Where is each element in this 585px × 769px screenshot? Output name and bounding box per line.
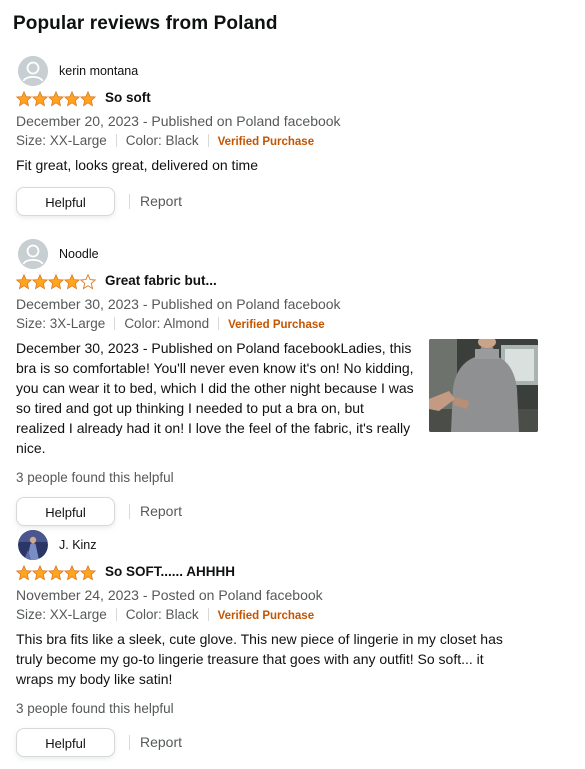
variant-color: Color: Black (125, 133, 199, 148)
reviewer-profile[interactable]: J. Kinz (16, 530, 571, 560)
review-card: J. Kinz So SOFT...... AHHHH November 24,… (16, 530, 571, 758)
reviewer-profile[interactable]: Noodle (16, 239, 571, 269)
review-body: December 30, 2023 - Published on Poland … (16, 340, 414, 456)
helpful-button[interactable]: Helpful (16, 187, 115, 216)
reviewer-name[interactable]: kerin montana (59, 64, 138, 78)
review-actions: Helpful Report (16, 187, 571, 217)
variant-color: Color: Almond (124, 316, 210, 331)
review-actions: Helpful Report (16, 497, 571, 527)
divider (129, 194, 130, 209)
variant-size: Size: XX-Large (16, 607, 107, 622)
star-rating-icon[interactable] (16, 274, 98, 290)
star-rating-icon[interactable] (16, 91, 98, 107)
variant-size: Size: 3X-Large (16, 316, 106, 331)
review-date: December 20, 2023 - Published on Poland … (16, 113, 341, 129)
variant-size: Size: XX-Large (16, 133, 107, 148)
review-card: Noodle Great fabric but... December 30, … (16, 239, 571, 527)
report-link[interactable]: Report (140, 734, 182, 750)
divider (129, 735, 130, 750)
reviewer-name[interactable]: Noodle (59, 247, 99, 261)
verified-purchase-badge: Verified Purchase (217, 610, 315, 622)
verified-purchase-badge: Verified Purchase (217, 136, 315, 148)
section-title: Popular reviews from Poland (13, 13, 278, 34)
review-body: Fit great, looks great, delivered on tim… (16, 157, 259, 173)
helpful-count: 3 people found this helpful (16, 701, 174, 716)
divider (114, 317, 116, 330)
divider (129, 504, 130, 519)
review-photo[interactable] (429, 339, 538, 432)
variant-color: Color: Black (125, 607, 199, 622)
divider (218, 317, 220, 330)
review-body: This bra fits like a sleek, cute glove. … (16, 631, 503, 687)
reviewer-profile[interactable]: kerin montana (16, 56, 571, 86)
default-user-avatar-icon[interactable] (18, 56, 48, 86)
review-title[interactable]: So SOFT...... AHHHH (105, 564, 235, 579)
product-variant: Size: XX-Large Color: Black Verified Purch… (16, 131, 571, 151)
divider (207, 608, 209, 621)
reviews-page: Popular reviews from Poland kerin montan… (0, 0, 585, 769)
review-title[interactable]: Great fabric but... (105, 273, 217, 288)
reviewer-name[interactable]: J. Kinz (59, 538, 97, 552)
default-user-avatar-icon[interactable] (18, 239, 48, 269)
review-card: kerin montana So soft December 20, 2023 … (16, 56, 571, 217)
product-variant: Size: XX-Large Color: Black Verified Purch… (16, 605, 571, 625)
review-actions: Helpful Report (16, 728, 571, 758)
divider (115, 608, 117, 621)
star-rating-icon[interactable] (16, 565, 98, 581)
report-link[interactable]: Report (140, 503, 182, 519)
review-date: November 24, 2023 - Posted on Poland fac… (16, 587, 323, 603)
helpful-button[interactable]: Helpful (16, 728, 115, 757)
review-date: December 30, 2023 - Published on Poland … (16, 296, 341, 312)
review-title[interactable]: So soft (105, 90, 151, 105)
divider (115, 134, 117, 147)
verified-purchase-badge: Verified Purchase (228, 319, 325, 331)
helpful-button[interactable]: Helpful (16, 497, 115, 526)
report-link[interactable]: Report (140, 193, 182, 209)
divider (207, 134, 209, 147)
custom-photo-avatar-icon[interactable] (18, 530, 48, 560)
helpful-count: 3 people found this helpful (16, 470, 174, 485)
product-variant: Size: 3X-Large Color: Almond Verified Purc… (16, 314, 571, 334)
